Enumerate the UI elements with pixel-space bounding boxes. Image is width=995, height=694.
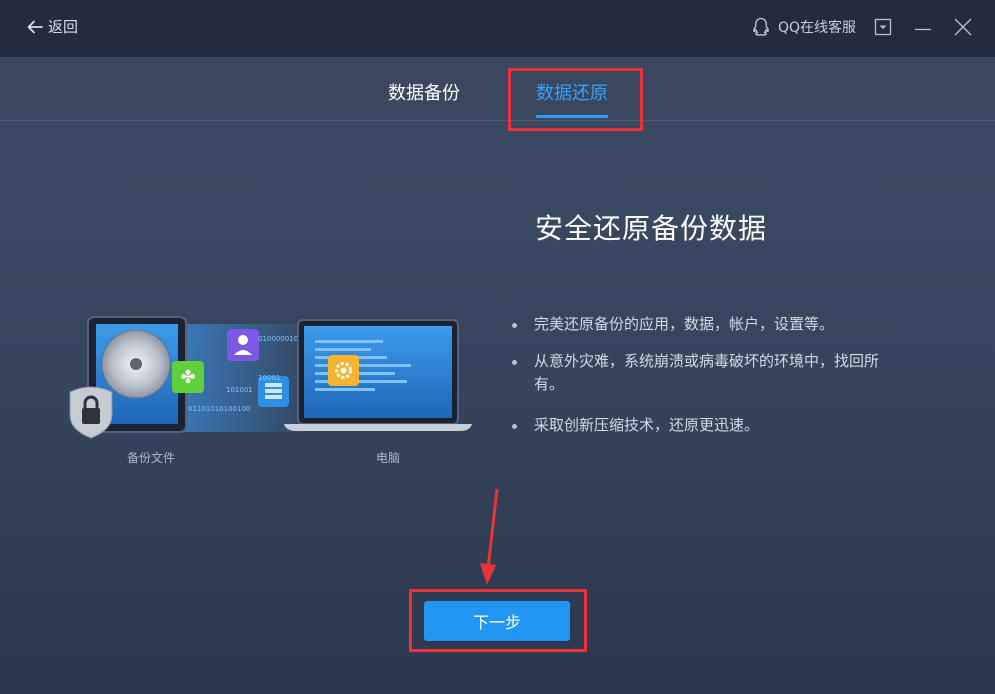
back-button[interactable]: 返回 [26, 16, 78, 37]
title-bar: 返回 QQ在线客服 [0, 0, 995, 57]
tab-data-backup[interactable]: 数据备份 [388, 79, 460, 105]
feature-item: 从意外灾难，系统崩溃或病毒破坏的环境中，找回所有。 [512, 350, 892, 396]
binary-text: 01101010100100 [188, 405, 250, 413]
bullet-dot [512, 323, 517, 328]
binary-text: 10001 [258, 374, 280, 382]
feature-text: 完美还原备份的应用，数据，帐户，设置等。 [534, 315, 835, 333]
qq-icon [753, 17, 769, 36]
bullet-dot [512, 360, 517, 365]
feature-item: 采取创新压缩技术，还原更迅速。 [512, 414, 892, 437]
close-icon [954, 18, 972, 36]
page-headline: 安全还原备份数据 [535, 212, 768, 245]
close-button[interactable] [953, 17, 973, 37]
binary-text: 101001 [226, 386, 253, 394]
feature-list: 完美还原备份的应用，数据，帐户，设置等。 从意外灾难，系统崩溃或病毒破坏的环境中… [512, 313, 892, 451]
svg-text:✤: ✤ [180, 367, 195, 388]
backup-restore-illustration: ✤ 01000001010 10001 101001 0110101010010… [66, 312, 476, 482]
target-caption: 电脑 [376, 451, 401, 465]
button-highlight-box [409, 589, 587, 652]
source-caption: 备份文件 [127, 451, 176, 465]
back-label: 返回 [48, 18, 79, 36]
feature-text: 从意外灾难，系统崩溃或病毒破坏的环境中，找回所有。 [534, 352, 880, 393]
back-arrow-icon [27, 20, 43, 33]
qq-support-button[interactable]: QQ在线客服 [752, 17, 856, 37]
minimize-icon [915, 28, 931, 31]
bullet-dot [512, 424, 517, 429]
tab-highlight-box [508, 68, 643, 131]
qq-support-label: QQ在线客服 [778, 20, 857, 36]
feature-item: 完美还原备份的应用，数据，帐户，设置等。 [512, 313, 892, 336]
minimize-button[interactable] [913, 17, 933, 37]
feature-text: 采取创新压缩技术，还原更迅速。 [534, 416, 760, 434]
tab-bar: 数据备份 数据还原 [0, 57, 995, 121]
laptop-base [284, 424, 472, 431]
annotation-arrow [480, 488, 499, 585]
dropdown-icon [874, 18, 892, 36]
dropdown-button[interactable] [873, 17, 893, 37]
